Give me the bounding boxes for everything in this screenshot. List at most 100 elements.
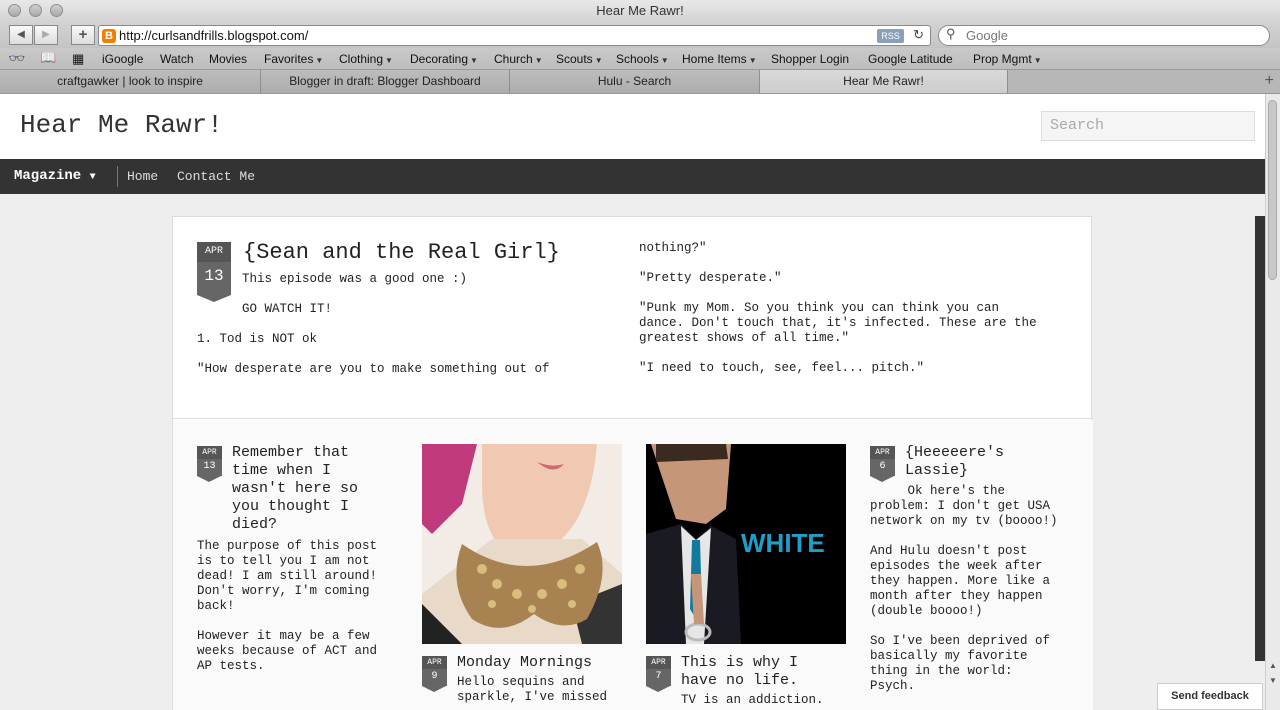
close-window-button[interactable] — [8, 4, 21, 17]
minimize-window-button[interactable] — [29, 4, 42, 17]
bookmark-label: Home Items — [682, 52, 747, 66]
post-card: APR 9 Monday Mornings Hello sequins and … — [422, 444, 622, 710]
bookmark-favorites[interactable]: Favorites ▼ — [264, 52, 323, 66]
tab-label: Blogger in draft: Blogger Dashboard — [289, 74, 481, 88]
post-excerpt: Hello sequins and sparkle, I've missed — [457, 675, 608, 704]
nav-link-home[interactable]: Home — [127, 169, 158, 184]
post-grid: APR 13 Remember that time when I wasn't … — [173, 420, 1093, 710]
address-bar[interactable]: B http://curlsandfrills.blogspot.com/ RS… — [98, 25, 931, 46]
featured-text-line: "I need to touch, see, feel... pitch." — [639, 361, 925, 375]
bookmark-label: Movies — [209, 52, 248, 66]
bookmarks-bar: 👓 📖 ▦ iGoogle Watch Movies Favorites ▼ Clothi… — [0, 48, 1280, 70]
dropdown-arrow-icon: ▼ — [660, 56, 669, 65]
tab-label: Hear Me Rawr! — [843, 74, 924, 88]
bookmark-label: Scouts — [556, 52, 593, 66]
blog-nav-bar: Magazine ▼ Home Contact Me — [0, 159, 1265, 194]
post-title[interactable]: Monday Mornings — [457, 654, 592, 672]
send-feedback-button[interactable]: Send feedback — [1157, 683, 1263, 710]
dropdown-arrow-icon: ▼ — [534, 56, 543, 65]
tab-hear-me-rawr[interactable]: Hear Me Rawr! — [760, 70, 1008, 93]
tab-bar: craftgawker | look to inspire Blogger in… — [0, 70, 1280, 94]
post-image-necklace[interactable] — [422, 444, 622, 644]
plus-icon: + — [78, 26, 88, 43]
bookmark-prop-mgmt[interactable]: Prop Mgmt ▼ — [973, 52, 1042, 66]
post-image-white-collar[interactable]: WHITE — [646, 444, 846, 644]
date-badge: APR 7 — [646, 656, 671, 692]
date-day: 13 — [197, 262, 231, 295]
window-title: Hear Me Rawr! — [596, 3, 684, 18]
web-page: Hear Me Rawr! Search Magazine ▼ Home Con… — [0, 94, 1265, 710]
date-month: APR — [646, 656, 671, 669]
dropdown-arrow-icon: ▼ — [594, 56, 603, 65]
post-card: APR 13 Remember that time when I wasn't … — [197, 444, 397, 710]
rss-button[interactable]: RSS — [877, 29, 904, 43]
magazine-view-dropdown[interactable]: Magazine ▼ — [14, 168, 96, 184]
date-badge: APR 6 — [870, 446, 895, 482]
featured-text-line: 1. Tod is NOT ok — [197, 332, 318, 346]
bookmark-movies[interactable]: Movies — [209, 52, 247, 66]
bookmark-label: Decorating — [410, 52, 469, 66]
google-search-placeholder: Google — [966, 28, 1008, 43]
reload-icon[interactable]: ↻ — [913, 27, 924, 43]
post-title[interactable]: This is why I have no life. — [681, 654, 798, 690]
date-badge: APR 9 — [422, 656, 447, 692]
zoom-window-button[interactable] — [50, 4, 63, 17]
bookmark-shopper-login[interactable]: Shopper Login — [771, 52, 849, 66]
bookmark-clothing[interactable]: Clothing ▼ — [339, 52, 393, 66]
scroll-down-arrow-icon[interactable]: ▼ — [1269, 676, 1277, 685]
dropdown-arrow-icon: ▼ — [315, 56, 324, 65]
post-title[interactable]: {Heeeeere's Lassie} — [905, 444, 1004, 480]
caret-down-icon: ▼ — [89, 172, 96, 183]
post-excerpt: Ok here's the problem: I don't get USA n… — [870, 484, 1058, 693]
forward-icon: ▶ — [42, 29, 50, 40]
dropdown-arrow-icon: ▼ — [748, 56, 757, 65]
nav-link-contact[interactable]: Contact Me — [177, 169, 255, 184]
blog-search-input[interactable]: Search — [1041, 111, 1255, 141]
post-excerpt: TV is an addiction. — [681, 693, 824, 707]
dropdown-arrow-icon: ▼ — [470, 56, 478, 65]
tab-label: craftgawker | look to inspire — [57, 74, 203, 88]
bookmark-watch[interactable]: Watch — [160, 52, 194, 66]
bookmark-church[interactable]: Church ▼ — [494, 52, 543, 66]
bookmark-label: Schools — [616, 52, 659, 66]
bookmark-label: Google Latitude — [868, 52, 953, 66]
bookmark-scouts[interactable]: Scouts ▼ — [556, 52, 603, 66]
date-month: APR — [197, 446, 222, 459]
bookmark-home-items[interactable]: Home Items ▼ — [682, 52, 757, 66]
bookmarks-book-icon[interactable]: 📖 — [40, 50, 56, 66]
bookmark-label: Watch — [160, 52, 194, 66]
featured-text-line: GO WATCH IT! — [242, 302, 333, 316]
necklace-photo — [422, 444, 622, 644]
browser-toolbar: ◀ ▶ + B http://curlsandfrills.blogspot.c… — [0, 22, 1280, 48]
back-button[interactable]: ◀ — [9, 25, 33, 45]
new-tab-icon[interactable]: + — [1265, 72, 1274, 90]
top-sites-grid-icon[interactable]: ▦ — [72, 51, 84, 67]
post-title[interactable]: Remember that time when I wasn't here so… — [232, 444, 358, 534]
add-bookmark-button[interactable]: + — [71, 25, 95, 45]
bookmark-google-latitude[interactable]: Google Latitude — [868, 52, 953, 66]
bookmark-igoogle[interactable]: iGoogle — [102, 52, 143, 66]
tab-blogger-dashboard[interactable]: Blogger in draft: Blogger Dashboard — [261, 70, 510, 93]
bookmark-schools[interactable]: Schools ▼ — [616, 52, 669, 66]
featured-post: APR 13 {Sean and the Real Girl} This epi… — [173, 217, 1093, 419]
scroll-up-arrow-icon[interactable]: ▲ — [1269, 661, 1277, 670]
bookmark-decorating[interactable]: Decorating ▼ — [410, 52, 478, 66]
date-day: 9 — [422, 669, 447, 686]
search-icon: ⚲ — [946, 26, 956, 41]
featured-post-title[interactable]: {Sean and the Real Girl} — [243, 240, 560, 265]
reading-list-icon[interactable]: 👓 — [8, 50, 25, 67]
forward-button[interactable]: ▶ — [34, 25, 58, 45]
date-badge: APR 13 — [197, 242, 231, 302]
page-scrollbar[interactable]: ▲ ▼ — [1265, 94, 1280, 710]
scrollbar-thumb[interactable] — [1268, 100, 1277, 280]
tab-craftgawker[interactable]: craftgawker | look to inspire — [0, 70, 261, 93]
bookmark-label: Shopper Login — [771, 52, 850, 66]
date-day: 6 — [870, 459, 895, 476]
google-search-field[interactable]: ⚲ Google — [938, 25, 1270, 46]
blog-title[interactable]: Hear Me Rawr! — [20, 110, 223, 140]
bookmark-label: Favorites — [264, 52, 314, 66]
dropdown-arrow-icon: ▼ — [385, 56, 393, 65]
tab-hulu-search[interactable]: Hulu - Search — [510, 70, 760, 93]
window-titlebar: Hear Me Rawr! — [0, 0, 1280, 22]
date-month: APR — [870, 446, 895, 459]
